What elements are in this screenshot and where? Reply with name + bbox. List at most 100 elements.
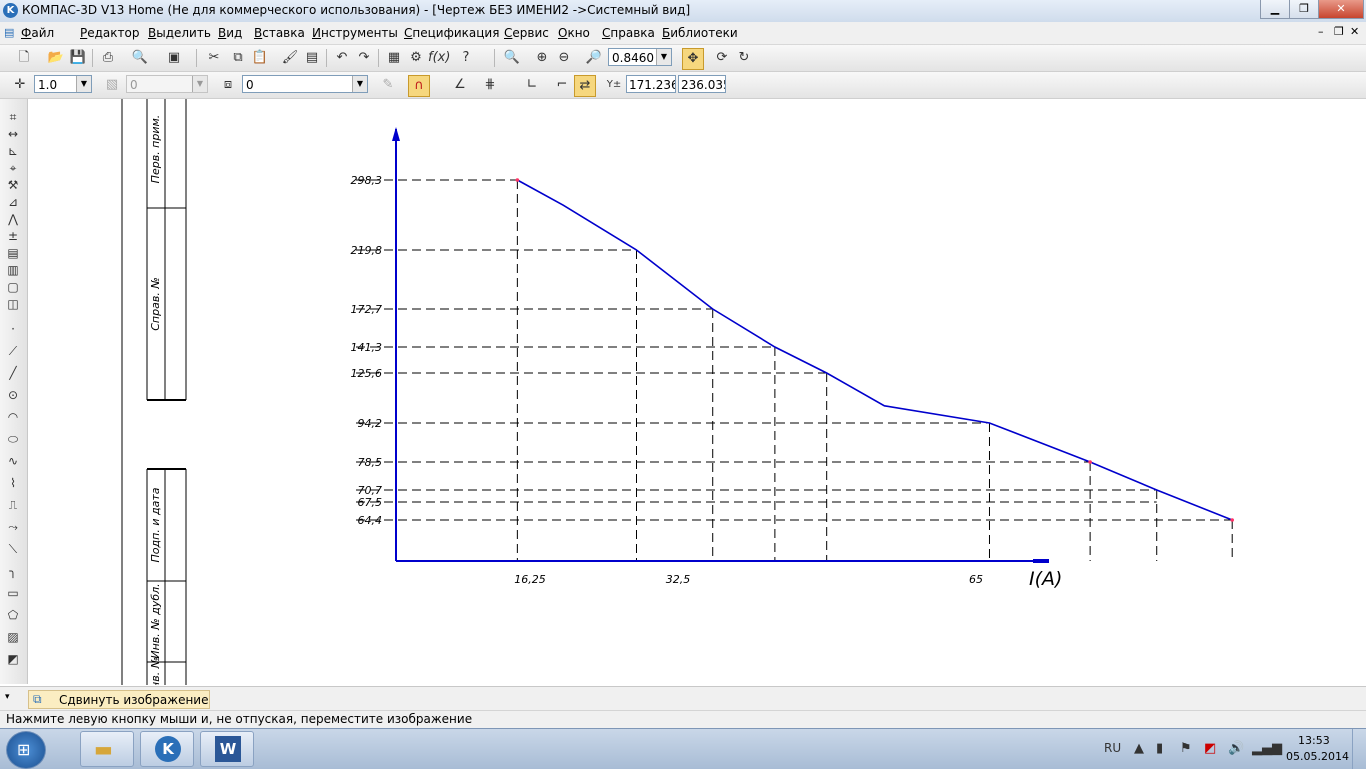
tree-icon[interactable]: ▦ bbox=[384, 48, 404, 68]
zoom-in-icon[interactable]: ⊕ bbox=[532, 48, 552, 68]
rectangle-icon[interactable]: ▭ bbox=[4, 585, 22, 601]
language-indicator[interactable]: RU bbox=[1104, 741, 1121, 755]
taskbar-kompas[interactable]: K bbox=[140, 731, 194, 767]
menu-editor[interactable]: Редактор bbox=[80, 26, 139, 40]
angle-icon[interactable]: ∠ bbox=[450, 75, 470, 95]
chevron-down-icon[interactable]: ▼ bbox=[352, 76, 367, 92]
formula-icon[interactable]: f(x) bbox=[428, 48, 450, 68]
segment-icon[interactable]: ╱ bbox=[4, 365, 22, 381]
orthogonal-icon[interactable]: ⌐ bbox=[552, 75, 572, 95]
geometry-icon[interactable]: ⌗ bbox=[4, 109, 22, 125]
print-preview-icon[interactable]: 🔍 bbox=[130, 48, 150, 68]
show-desktop-button[interactable] bbox=[1352, 729, 1366, 769]
flag-icon[interactable]: ⚑ bbox=[1180, 741, 1192, 756]
toolbar-options-icon[interactable]: ▾ bbox=[5, 692, 10, 702]
layer-combo[interactable]: 0 ▼ bbox=[126, 75, 208, 93]
state-icon[interactable]: ⧈ bbox=[218, 75, 238, 95]
menu-libraries[interactable]: Библиотеки bbox=[662, 26, 738, 40]
layer-icon[interactable]: ▧ bbox=[102, 75, 122, 95]
state-combo[interactable]: 0 ▼ bbox=[242, 75, 368, 93]
drawing-canvas[interactable]: Перв. прим. Справ. № Подп. и дата Инв. №… bbox=[28, 99, 1366, 685]
show-hidden-icons-icon[interactable]: ▲ bbox=[1134, 741, 1144, 756]
minimize-icon[interactable]: ▁ bbox=[1260, 0, 1290, 19]
spline-icon[interactable]: ∿ bbox=[4, 453, 22, 469]
network-icon[interactable]: ▂▄▆ bbox=[1252, 741, 1282, 756]
point-icon[interactable]: · bbox=[4, 321, 22, 337]
close-icon[interactable]: ✕ bbox=[1318, 0, 1364, 19]
active-command-tab[interactable]: ⧉ Сдвинуть изображение bbox=[28, 690, 210, 709]
layers-icon[interactable]: ◫ bbox=[4, 296, 22, 312]
antivirus-icon[interactable]: ◩ bbox=[1204, 741, 1216, 756]
volume-icon[interactable]: 🔊 bbox=[1228, 741, 1244, 756]
maximize-icon[interactable]: ❐ bbox=[1289, 0, 1319, 19]
child-restore-icon[interactable]: ❐ bbox=[1334, 25, 1344, 38]
print-icon[interactable]: ⎙ bbox=[98, 48, 118, 68]
title-bar[interactable]: K КОМПАС-3D V13 Home (Не для коммерческо… bbox=[0, 0, 1366, 23]
menu-help[interactable]: Справка bbox=[602, 26, 655, 40]
parametrization-icon[interactable]: ⚒ bbox=[4, 177, 22, 193]
child-close-icon[interactable]: ✕ bbox=[1350, 25, 1359, 38]
cut-icon[interactable]: ✂ bbox=[204, 48, 224, 68]
menu-insert[interactable]: Вставка bbox=[254, 26, 305, 40]
views-icon[interactable]: ▢ bbox=[4, 279, 22, 295]
zoom-combo[interactable]: 0.8460 ▼ bbox=[608, 48, 672, 66]
context-help-icon[interactable]: ? bbox=[456, 48, 476, 68]
chevron-down-icon[interactable]: ▼ bbox=[656, 49, 671, 65]
taskbar-explorer[interactable]: ▬ bbox=[80, 731, 134, 767]
properties-icon[interactable]: ▤ bbox=[302, 48, 322, 68]
refresh-icon[interactable]: ⟳ bbox=[712, 48, 732, 68]
open-folder-icon[interactable]: 📂 bbox=[46, 48, 66, 68]
menu-window[interactable]: Окно bbox=[558, 26, 590, 40]
brush-icon[interactable]: ✎ bbox=[378, 75, 398, 95]
spec-icon[interactable]: ± bbox=[4, 228, 22, 244]
start-button[interactable]: ⊞ bbox=[6, 731, 46, 769]
arc-icon[interactable]: ◠ bbox=[4, 409, 22, 425]
fillet-icon[interactable]: ╮ bbox=[4, 563, 22, 579]
magnet-icon[interactable]: ∩ bbox=[408, 75, 430, 97]
save-icon[interactable]: 💾 bbox=[68, 48, 88, 68]
coord-y-field[interactable]: 236.035 bbox=[678, 75, 726, 93]
aux-line-icon[interactable]: ⟋ bbox=[4, 343, 22, 359]
menu-view[interactable]: Вид bbox=[218, 26, 242, 40]
grid-icon[interactable]: ⋕ bbox=[480, 75, 500, 95]
menu-specification[interactable]: Спецификация bbox=[404, 26, 499, 40]
taskbar-word[interactable]: W bbox=[200, 731, 254, 767]
menu-file[interactable]: Файл bbox=[21, 26, 54, 40]
copy-icon[interactable]: ⧉ bbox=[228, 48, 248, 68]
editing-icon[interactable]: ⌖ bbox=[4, 160, 22, 176]
polygon-icon[interactable]: ⬠ bbox=[4, 607, 22, 623]
undo-icon[interactable]: ↶ bbox=[332, 48, 352, 68]
nurbs-icon[interactable]: ⤳ bbox=[4, 519, 22, 535]
variables-icon[interactable]: ⚙ bbox=[406, 48, 426, 68]
symbols-icon[interactable]: ⊾ bbox=[4, 143, 22, 159]
child-minimize-icon[interactable]: – bbox=[1318, 25, 1324, 38]
line-style-combo[interactable]: 1.0 ▼ bbox=[34, 75, 92, 93]
measure-icon[interactable]: ⊿ bbox=[4, 194, 22, 210]
document-icon[interactable]: ▤ bbox=[4, 26, 14, 39]
polyline-icon[interactable]: ⎍ bbox=[4, 497, 22, 513]
chamfer-icon[interactable]: ⟍ bbox=[4, 541, 22, 557]
battery-icon[interactable]: ▮ bbox=[1156, 741, 1163, 756]
dimensions-icon[interactable]: ↔ bbox=[4, 126, 22, 142]
clock-time[interactable]: 13:53 bbox=[1298, 734, 1330, 747]
zoom-window-icon[interactable]: 🔍 bbox=[502, 48, 522, 68]
paste-icon[interactable]: 📋 bbox=[250, 48, 270, 68]
reports-icon[interactable]: ▤ bbox=[4, 245, 22, 261]
circle-icon[interactable]: ⊙ bbox=[4, 387, 22, 403]
menu-tools[interactable]: Инструменты bbox=[312, 26, 398, 40]
round-coords-icon[interactable]: ⇄ bbox=[574, 75, 596, 97]
zoom-out-icon[interactable]: ⊖ bbox=[554, 48, 574, 68]
zoom-scale-icon[interactable]: 🔎 bbox=[584, 48, 604, 68]
menu-select[interactable]: Выделить bbox=[148, 26, 211, 40]
format-brush-icon[interactable]: 🖌 bbox=[280, 48, 300, 68]
snap-icon[interactable]: ✛ bbox=[10, 75, 30, 95]
manager-icon[interactable]: ▣ bbox=[164, 48, 184, 68]
select-icon[interactable]: ⋀ bbox=[4, 211, 22, 227]
coord-x-field[interactable]: 171.236 bbox=[626, 75, 676, 93]
menu-service[interactable]: Сервис bbox=[504, 26, 549, 40]
new-file-icon[interactable]: 🗋 bbox=[14, 48, 34, 68]
redraw-icon[interactable]: ↻ bbox=[734, 48, 754, 68]
local-cs-icon[interactable]: ∟ bbox=[522, 75, 542, 95]
pan-icon[interactable]: ✥ bbox=[682, 48, 704, 70]
insert-icon[interactable]: ▥ bbox=[4, 262, 22, 278]
